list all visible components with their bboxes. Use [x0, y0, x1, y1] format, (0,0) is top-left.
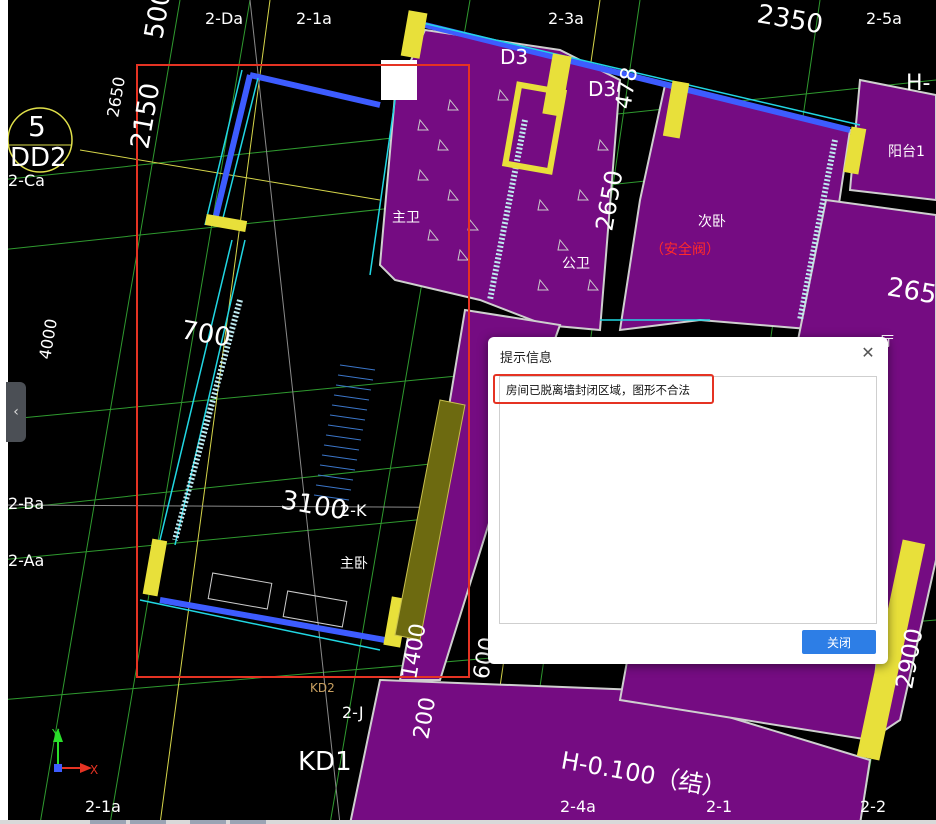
ucs-x-label: X — [90, 763, 98, 777]
dim-2650-left: 2650 — [103, 75, 129, 118]
tag-d3-b: D3 — [588, 77, 616, 101]
message-box[interactable]: 房间已脱离墙封闭区域，图形不合法 — [499, 376, 877, 624]
dim-700: 700 — [179, 315, 233, 353]
axis-label-2-Da: 2-Da — [205, 9, 243, 28]
axis-label-bottom-2-1a: 2-1a — [85, 797, 121, 816]
axis-label-2-3a: 2-3a — [548, 9, 584, 28]
room-label-second-bedroom: 次卧 — [698, 214, 726, 230]
bottom-tab-strip — [0, 820, 936, 824]
bottom-tab[interactable] — [190, 820, 226, 824]
message-highlight-box — [493, 374, 714, 404]
safety-valve-annotation: （安全阀） — [650, 241, 720, 258]
axis-label-2-Ba: 2-Ba — [8, 494, 44, 513]
tag-d3-a: D3 — [500, 45, 528, 69]
axis-label-bottom-2-2: 2-2 — [860, 797, 886, 816]
dim-4000: 4000 — [35, 317, 61, 360]
dialog-title: 提示信息 — [500, 351, 553, 366]
tag-h: H- — [906, 71, 930, 96]
dim-3100: 3100 — [279, 485, 349, 526]
room-label-balcony: 阳台1 — [888, 144, 925, 160]
axis-label-2-Ca: 2-Ca — [8, 171, 45, 190]
dim-2150: 2150 — [125, 81, 166, 151]
axis-label-bottom-2-4a: 2-4a — [560, 797, 596, 816]
dim-500: 500 — [139, 0, 177, 41]
ucs-y-label: Y — [51, 727, 60, 741]
bottom-tab[interactable] — [130, 820, 166, 824]
dim-2350: 2350 — [755, 0, 825, 40]
tag-dd2: DD2 — [10, 143, 67, 173]
bottom-tab[interactable] — [230, 820, 266, 824]
dim-5: 5 — [28, 110, 46, 143]
close-button[interactable]: 关闭 — [802, 630, 876, 654]
axis-label-2-J: 2-J — [342, 703, 364, 722]
axis-label-2-5a: 2-5a — [866, 9, 902, 28]
room-label-public-bath: 公卫 — [562, 256, 590, 272]
tag-kd2: KD2 — [310, 681, 335, 695]
axis-label-2-1a: 2-1a — [296, 9, 332, 28]
room-label-master-bath: 主卫 — [392, 210, 420, 226]
axis-label-2-Aa: 2-Aa — [8, 551, 44, 570]
tag-kd1: KD1 — [298, 747, 352, 777]
close-icon[interactable]: ✕ — [858, 343, 878, 363]
room-label-master-bedroom: 主卧 — [340, 556, 368, 572]
bottom-tab[interactable] — [90, 820, 126, 824]
collapse-panel-handle[interactable]: ‹ — [6, 382, 26, 442]
